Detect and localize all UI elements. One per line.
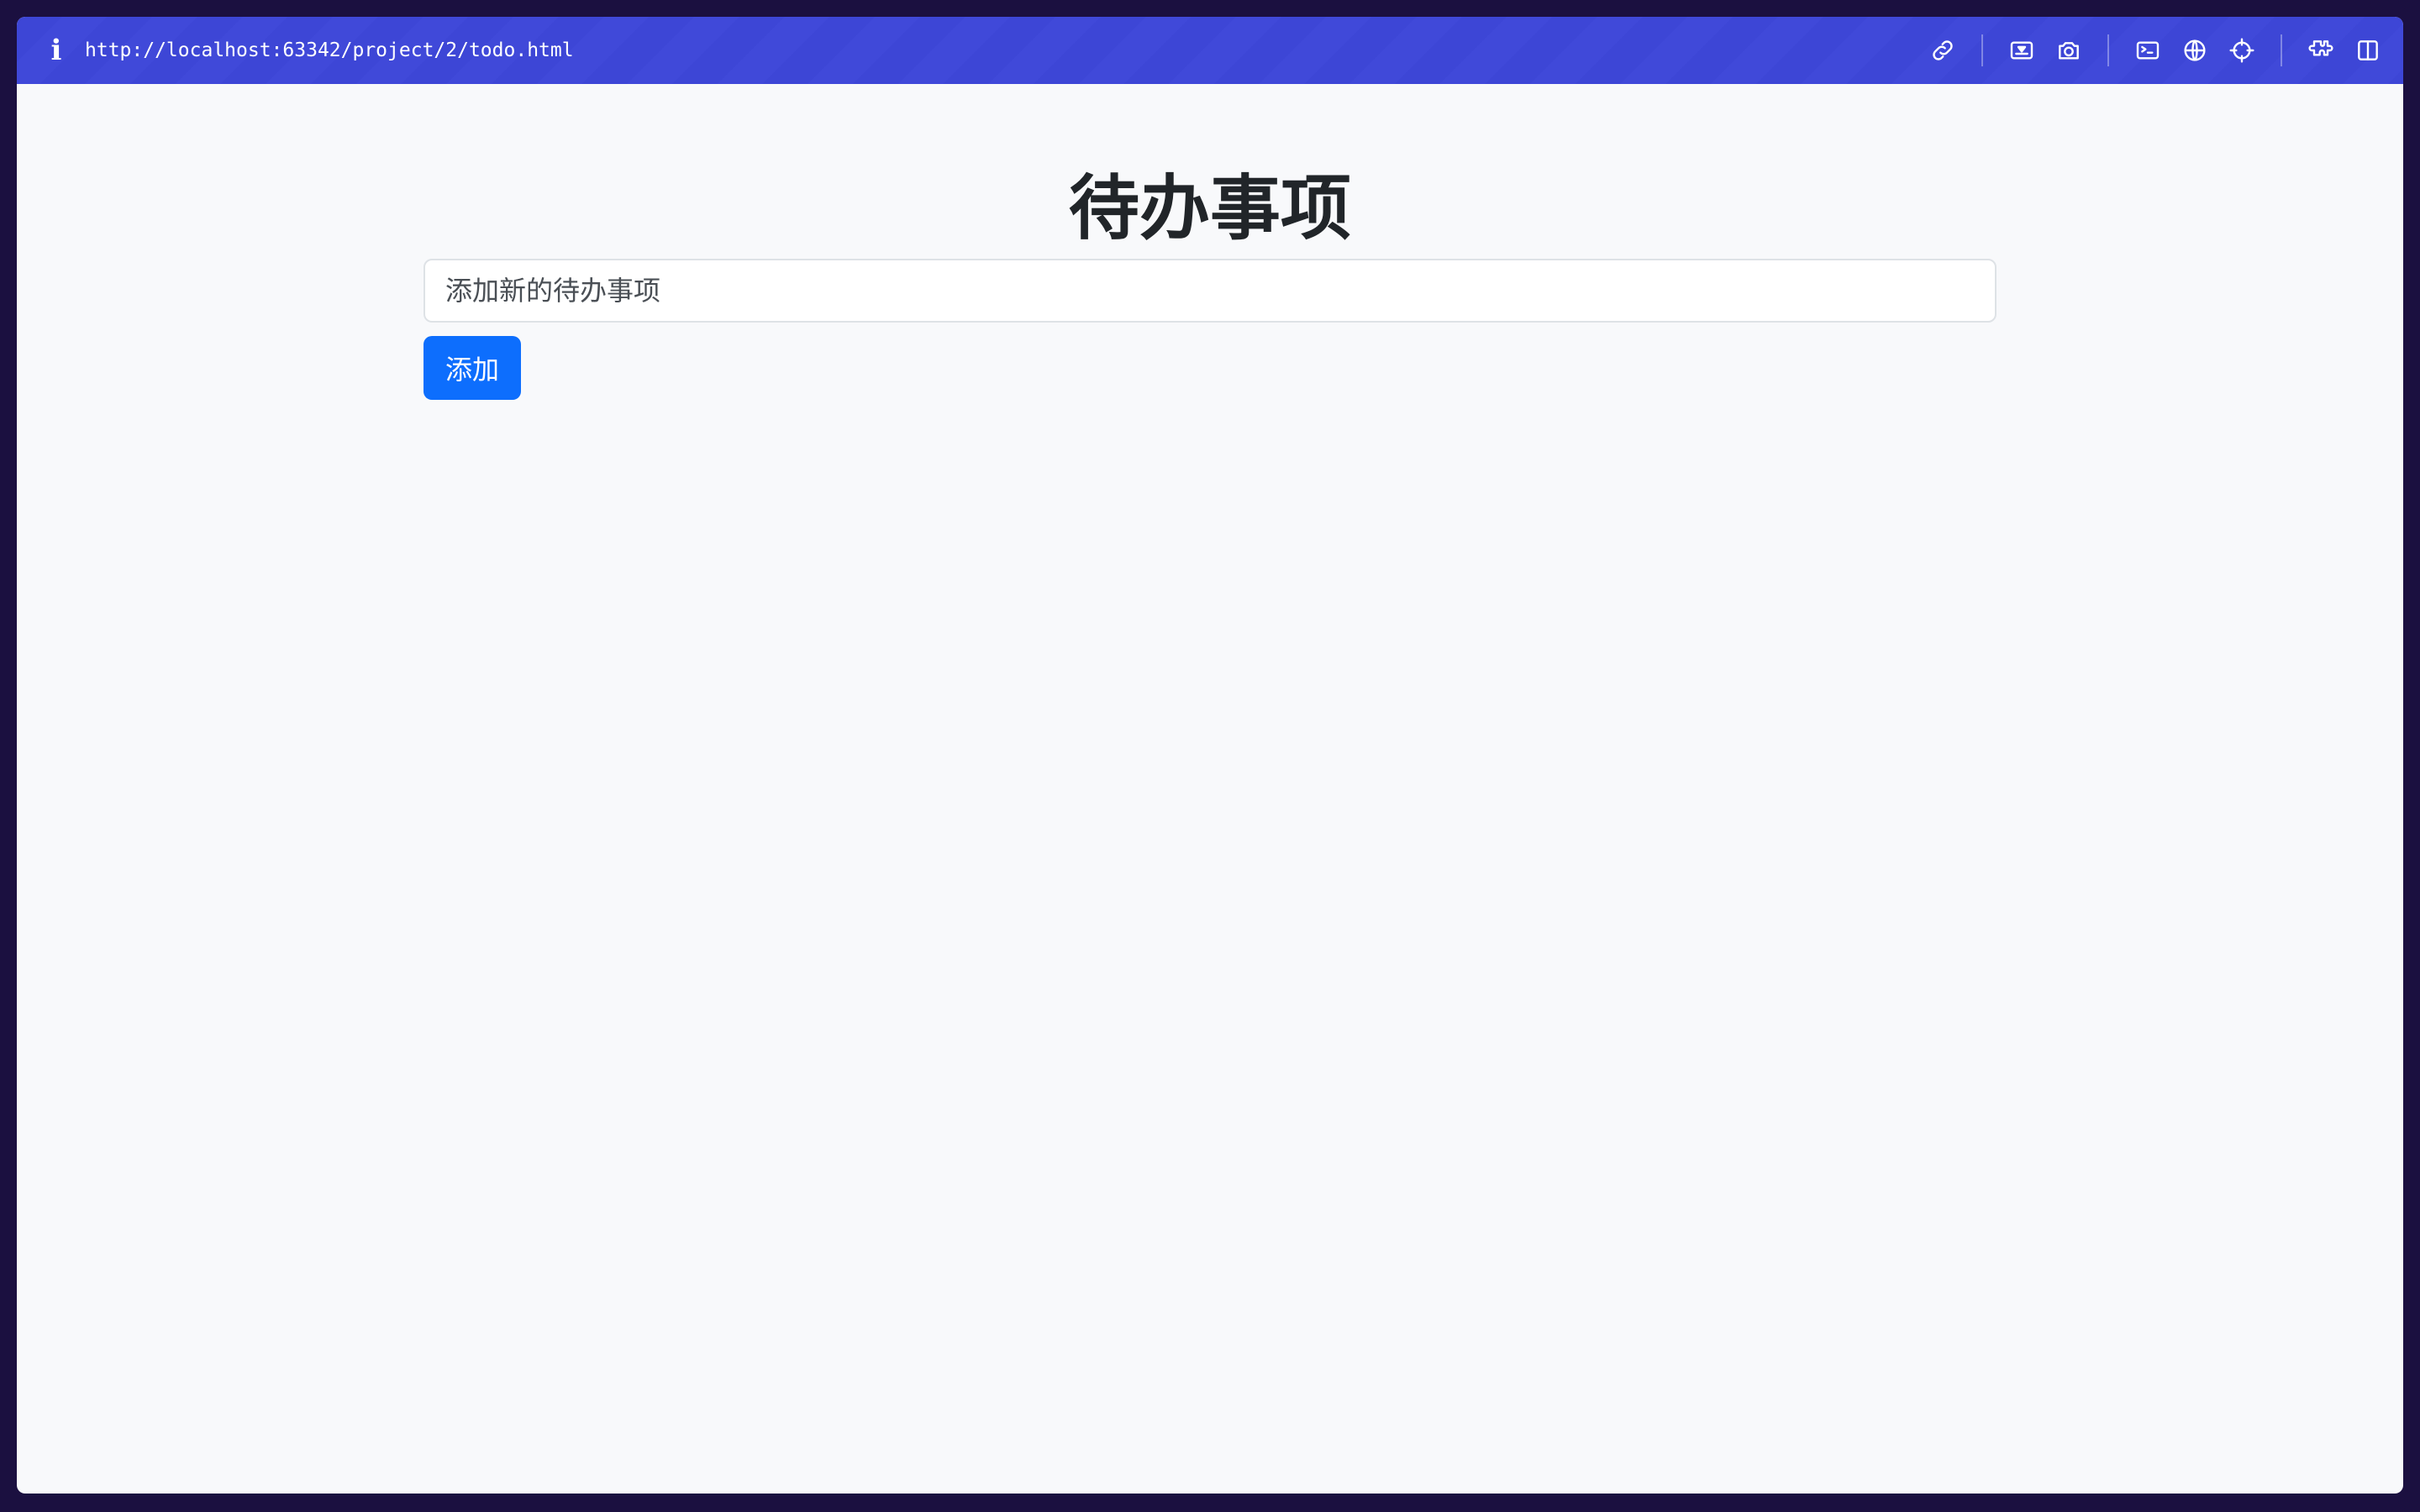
info-icon[interactable]: i	[45, 17, 68, 84]
add-todo-button[interactable]: 添加	[424, 336, 521, 400]
globe-icon[interactable]	[2171, 27, 2218, 74]
screen-capture-icon[interactable]	[1998, 27, 2045, 74]
toolbar-divider	[1981, 34, 1983, 66]
toolbar-divider	[2281, 34, 2282, 66]
crosshair-icon[interactable]	[2218, 27, 2265, 74]
camera-icon[interactable]	[2045, 27, 2092, 74]
link-icon[interactable]	[1919, 27, 1966, 74]
browser-window: i http://localhost:63342/project/2/todo.…	[17, 17, 2403, 1494]
page-content: 待办事项 添加	[17, 84, 2403, 1494]
sidebar-toggle-icon[interactable]	[2344, 27, 2391, 74]
terminal-icon[interactable]	[2124, 27, 2171, 74]
browser-toolbar: i http://localhost:63342/project/2/todo.…	[17, 17, 2403, 84]
toolbar-divider	[2107, 34, 2109, 66]
page-title: 待办事项	[1068, 167, 1351, 249]
toolbar-icon-group	[1919, 17, 2403, 84]
extensions-icon[interactable]	[2297, 27, 2344, 74]
new-todo-input[interactable]	[424, 259, 1996, 323]
address-bar-url[interactable]: http://localhost:63342/project/2/todo.ht…	[85, 39, 574, 61]
